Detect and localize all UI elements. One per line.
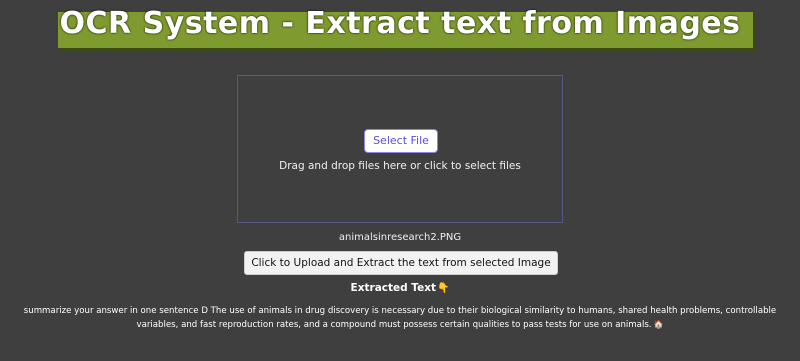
extracted-text-heading: Extracted Text👇 — [0, 282, 800, 294]
dropzone-hint: Drag and drop files here or click to sel… — [279, 160, 521, 172]
pointing-down-icon: 👇 — [437, 283, 450, 294]
file-dropzone[interactable]: Select File Drag and drop files here or … — [237, 75, 563, 223]
header: OCR System - Extract text from Images — [0, 4, 800, 48]
select-file-button[interactable]: Select File — [364, 129, 438, 153]
extracted-text-heading-label: Extracted Text — [350, 282, 436, 294]
page-title: OCR System - Extract text from Images — [54, 4, 753, 48]
selected-file-name: animalsinresearch2.PNG — [338, 232, 462, 243]
house-icon: 🏠 — [653, 320, 664, 329]
page-title-text: OCR System - Extract text from Images — [59, 6, 741, 41]
upload-extract-button[interactable]: Click to Upload and Extract the text fro… — [244, 251, 558, 275]
extracted-text-output: summarize your answer in one sentence D … — [20, 304, 780, 332]
